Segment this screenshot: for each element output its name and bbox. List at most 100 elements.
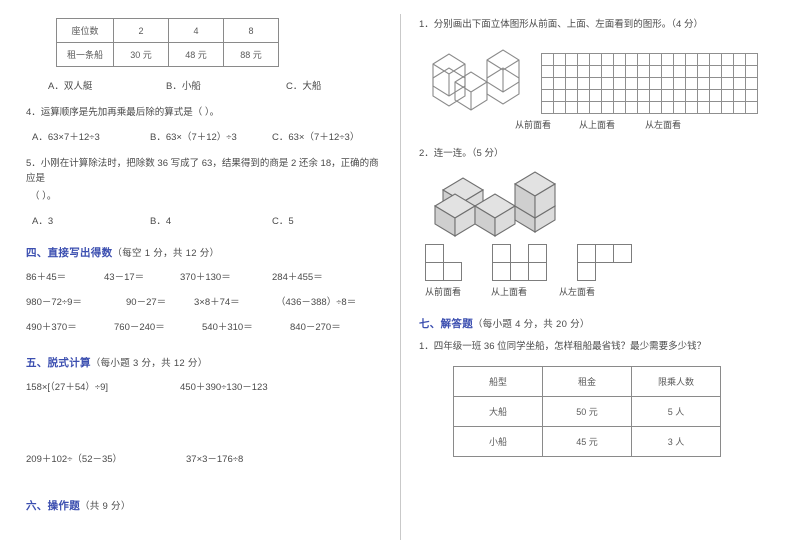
- grid-cell[interactable]: [721, 65, 734, 79]
- grid-cell[interactable]: [565, 89, 578, 103]
- question-5: 5．小刚在计算除法时，把除数 36 写成了 63，结果得到的商是 2 还余 18…: [26, 158, 379, 184]
- polyomino-front[interactable]: [425, 243, 462, 281]
- grid-cell[interactable]: [649, 101, 662, 115]
- grid-cell[interactable]: [685, 89, 698, 103]
- grid-cell[interactable]: [637, 101, 650, 115]
- grid-cell[interactable]: [637, 89, 650, 103]
- grid-cell[interactable]: [709, 65, 722, 79]
- grid-cell[interactable]: [685, 65, 698, 79]
- grid-cell[interactable]: [541, 65, 554, 79]
- grid-cell[interactable]: [733, 53, 746, 67]
- grid-cell[interactable]: [613, 77, 626, 91]
- grid-cell[interactable]: [637, 77, 650, 91]
- grid-cell[interactable]: [745, 53, 758, 67]
- grid-cell[interactable]: [577, 89, 590, 103]
- grid-cell[interactable]: [637, 65, 650, 79]
- grid-cell[interactable]: [589, 101, 602, 115]
- grid-cell[interactable]: [577, 65, 590, 79]
- grid-cell[interactable]: [541, 101, 554, 115]
- grid-cell[interactable]: [733, 65, 746, 79]
- grid-cell[interactable]: [577, 53, 590, 67]
- grid-cell[interactable]: [649, 89, 662, 103]
- table-row: 小船 45 元 3 人: [453, 425, 721, 457]
- grid-cell[interactable]: [697, 65, 710, 79]
- grid-cell[interactable]: [745, 89, 758, 103]
- grid-cell[interactable]: [733, 77, 746, 91]
- q4-option-b: B．63×（7＋12）÷3: [150, 132, 237, 144]
- grid-cell[interactable]: [745, 77, 758, 91]
- grid-cell[interactable]: [565, 77, 578, 91]
- grid-cell[interactable]: [565, 101, 578, 115]
- grid-cell[interactable]: [565, 65, 578, 79]
- grid-cell[interactable]: [745, 101, 758, 115]
- grid-cell[interactable]: [709, 101, 722, 115]
- grid-cell[interactable]: [541, 89, 554, 103]
- grid-cell[interactable]: [673, 53, 686, 67]
- grid-cell[interactable]: [577, 77, 590, 91]
- grid-cell[interactable]: [661, 65, 674, 79]
- boat-header-capacity: 限乘人数: [631, 365, 721, 397]
- grid-cell[interactable]: [685, 77, 698, 91]
- boat-capacity: 3 人: [631, 425, 721, 457]
- grid-cell[interactable]: [625, 101, 638, 115]
- grid-cell[interactable]: [553, 53, 566, 67]
- grid-cell[interactable]: [697, 53, 710, 67]
- grid-cell[interactable]: [661, 89, 674, 103]
- grid-cell[interactable]: [721, 101, 734, 115]
- grid-cell[interactable]: [553, 101, 566, 115]
- grid-cell[interactable]: [553, 89, 566, 103]
- grid-cell[interactable]: [577, 101, 590, 115]
- grid-cell[interactable]: [733, 101, 746, 115]
- grid-cell[interactable]: [613, 65, 626, 79]
- grid-cell[interactable]: [541, 53, 554, 67]
- grid-cell[interactable]: [553, 77, 566, 91]
- grid-cell[interactable]: [589, 53, 602, 67]
- grid-cell[interactable]: [685, 53, 698, 67]
- polyomino-top[interactable]: [492, 243, 547, 281]
- grid-cell[interactable]: [745, 65, 758, 79]
- polyomino-left[interactable]: [577, 243, 632, 281]
- grid-cell[interactable]: [637, 53, 650, 67]
- grid-cell[interactable]: [721, 53, 734, 67]
- grid-cell[interactable]: [661, 53, 674, 67]
- grid-cell[interactable]: [697, 89, 710, 103]
- grid-cell[interactable]: [625, 53, 638, 67]
- grid-cell[interactable]: [709, 77, 722, 91]
- grid-cell[interactable]: [697, 77, 710, 91]
- q1-view-labels: 从前面看 从上面看 从左面看: [515, 118, 780, 131]
- grid-cell[interactable]: [733, 89, 746, 103]
- grid-cell[interactable]: [673, 77, 686, 91]
- grid-cell[interactable]: [613, 53, 626, 67]
- grid-cell[interactable]: [721, 77, 734, 91]
- grid-cell[interactable]: [601, 89, 614, 103]
- grid-cell[interactable]: [697, 101, 710, 115]
- grid-cell[interactable]: [649, 65, 662, 79]
- answer-grid[interactable]: [541, 53, 758, 115]
- grid-cell[interactable]: [625, 77, 638, 91]
- grid-cell[interactable]: [661, 101, 674, 115]
- grid-cell[interactable]: [613, 101, 626, 115]
- grid-cell[interactable]: [673, 89, 686, 103]
- grid-cell[interactable]: [553, 65, 566, 79]
- grid-cell[interactable]: [649, 77, 662, 91]
- grid-cell[interactable]: [673, 101, 686, 115]
- grid-cell[interactable]: [709, 89, 722, 103]
- grid-cell[interactable]: [649, 53, 662, 67]
- grid-cell[interactable]: [613, 89, 626, 103]
- grid-cell[interactable]: [661, 77, 674, 91]
- grid-cell[interactable]: [709, 53, 722, 67]
- grid-cell[interactable]: [565, 53, 578, 67]
- grid-cell[interactable]: [685, 101, 698, 115]
- grid-cell[interactable]: [541, 77, 554, 91]
- grid-cell[interactable]: [601, 77, 614, 91]
- grid-cell[interactable]: [721, 89, 734, 103]
- grid-cell[interactable]: [625, 65, 638, 79]
- grid-cell[interactable]: [601, 101, 614, 115]
- grid-cell[interactable]: [601, 53, 614, 67]
- grid-cell[interactable]: [625, 89, 638, 103]
- grid-cell[interactable]: [601, 65, 614, 79]
- grid-cell[interactable]: [673, 65, 686, 79]
- grid-cell[interactable]: [589, 89, 602, 103]
- grid-cell[interactable]: [589, 65, 602, 79]
- grid-cell[interactable]: [589, 77, 602, 91]
